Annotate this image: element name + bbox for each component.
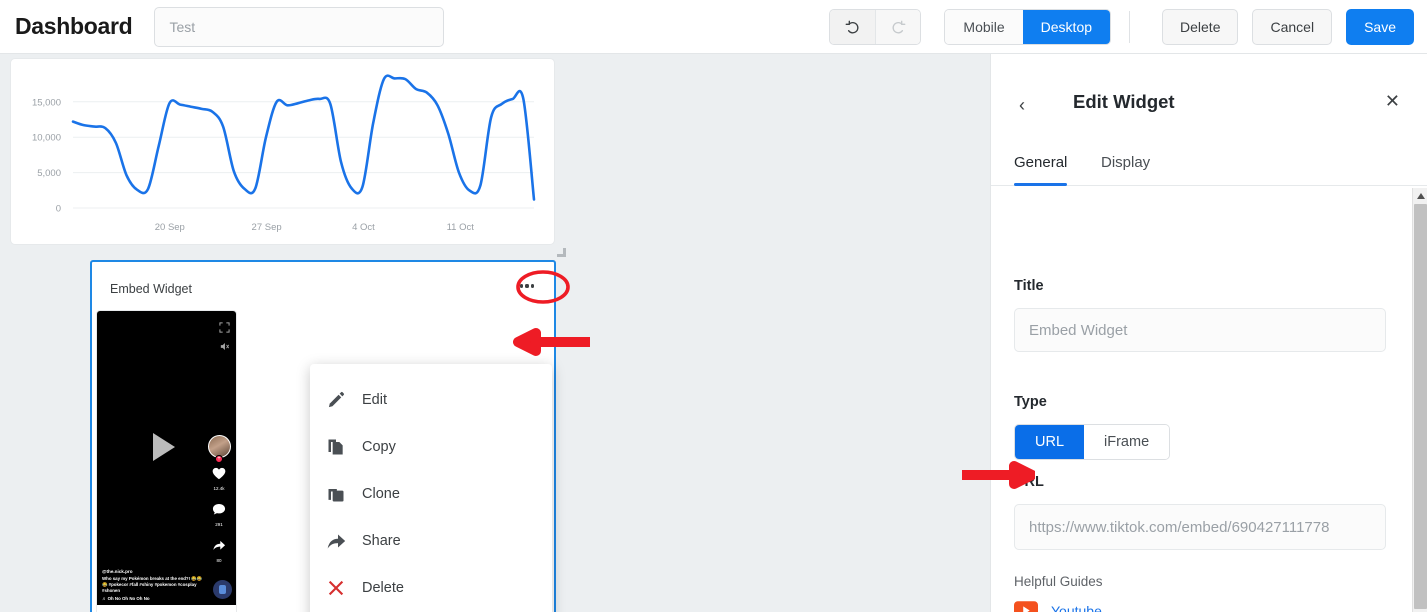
top-toolbar: Dashboard Mobile De bbox=[0, 0, 1427, 54]
tiktok-handle: @the.nick.pro bbox=[102, 568, 133, 574]
tiktok-music: ♬ Oh No Oh No Oh No bbox=[102, 596, 150, 602]
widget-context-menu: Edit Copy Clone Share Delete bbox=[310, 364, 552, 612]
panel-body: Title Type URL iFrame URL Helpful Guides… bbox=[991, 186, 1427, 612]
three-dots-icon bbox=[531, 284, 535, 288]
tab-display[interactable]: Display bbox=[1101, 154, 1150, 185]
panel-scrollbar[interactable] bbox=[1412, 188, 1427, 612]
chart-widget[interactable]: 0 5,000 10,000 15,000 20 Sep 27 Sep 4 Oct 11 Oc… bbox=[10, 58, 555, 245]
panel-tabs: General Display bbox=[991, 144, 1427, 186]
type-iframe-button[interactable]: iFrame bbox=[1084, 425, 1170, 459]
close-icon[interactable]: ✕ bbox=[1385, 92, 1400, 110]
page-title: Dashboard bbox=[15, 13, 133, 39]
svg-text:27 Sep: 27 Sep bbox=[252, 222, 282, 233]
comment-icon bbox=[212, 504, 226, 515]
toolbar-divider bbox=[1129, 11, 1131, 43]
redo-button[interactable] bbox=[875, 10, 921, 44]
share-button[interactable]: 80 bbox=[209, 539, 229, 563]
tiktok-caption: @the.nick.pro Who say my Pokémon breaks … bbox=[102, 569, 207, 602]
svg-text:0: 0 bbox=[56, 204, 61, 215]
widget-menu-button[interactable] bbox=[515, 278, 539, 294]
undo-icon bbox=[846, 20, 859, 33]
share-count: 80 bbox=[216, 558, 222, 563]
type-toggle-group: URL iFrame bbox=[1014, 424, 1171, 460]
svg-text:15,000: 15,000 bbox=[32, 97, 61, 108]
redo-icon bbox=[892, 20, 906, 33]
tiktok-embed-preview[interactable]: + 12.4k 291 80 @the.nick.pro Who say my … bbox=[96, 310, 237, 612]
scroll-up-icon[interactable] bbox=[1413, 188, 1427, 203]
toolbar-actions: Mobile Desktop Delete Cancel Save bbox=[829, 0, 1414, 54]
context-menu-item-edit[interactable]: Edit bbox=[310, 376, 552, 423]
context-menu-item-delete[interactable]: Delete bbox=[310, 564, 552, 611]
scrollbar-thumb[interactable] bbox=[1414, 204, 1427, 609]
save-button[interactable]: Save bbox=[1346, 9, 1414, 45]
history-button-group bbox=[829, 9, 922, 45]
svg-text:5,000: 5,000 bbox=[37, 168, 61, 179]
edit-widget-panel: ‹ Edit Widget ✕ General Display Title Ty… bbox=[990, 54, 1427, 612]
music-disc-icon bbox=[213, 580, 232, 599]
context-menu-label: Share bbox=[362, 532, 401, 549]
svg-text:11 Oct: 11 Oct bbox=[447, 222, 475, 233]
context-menu-item-share[interactable]: Share bbox=[310, 517, 552, 564]
url-input[interactable] bbox=[1014, 504, 1386, 550]
undo-button[interactable] bbox=[830, 10, 876, 44]
dashboard-name-input[interactable] bbox=[154, 6, 445, 47]
panel-title: Edit Widget bbox=[1073, 91, 1175, 112]
embed-widget-title: Embed Widget bbox=[110, 282, 192, 296]
svg-text:4 Oct: 4 Oct bbox=[352, 222, 375, 233]
fullscreen-icon[interactable] bbox=[219, 320, 230, 333]
three-dots-icon bbox=[525, 284, 529, 288]
mute-icon[interactable] bbox=[219, 339, 230, 350]
chevron-left-icon[interactable]: ‹ bbox=[1019, 96, 1025, 114]
chart-resize-handle[interactable] bbox=[557, 248, 566, 257]
context-menu-label: Copy bbox=[362, 438, 396, 455]
clone-icon bbox=[310, 484, 362, 504]
app-root: Dashboard Mobile De bbox=[0, 0, 1427, 612]
guide-link-youtube[interactable]: Youtube bbox=[1014, 601, 1102, 612]
helpful-guides-label: Helpful Guides bbox=[1014, 574, 1103, 589]
dashboard-canvas: 0 5,000 10,000 15,000 20 Sep 27 Sep 4 Oct 11 Oc… bbox=[0, 54, 990, 612]
tiktok-video-area[interactable]: + 12.4k 291 80 @the.nick.pro Who say my … bbox=[97, 311, 236, 607]
tiktok-footer: Watch more on TikTok bbox=[97, 605, 236, 612]
play-icon[interactable] bbox=[153, 433, 175, 461]
follow-plus-icon[interactable]: + bbox=[215, 455, 223, 463]
comment-count: 291 bbox=[215, 522, 223, 527]
url-field-label: URL bbox=[1014, 474, 1044, 490]
share-arrow-icon bbox=[310, 531, 362, 551]
viewport-desktop-button[interactable]: Desktop bbox=[1022, 10, 1111, 44]
tab-general[interactable]: General bbox=[1014, 154, 1068, 186]
tiktok-description: Who say my Pokémon breaks at the end?! 😂… bbox=[102, 576, 203, 594]
context-menu-label: Delete bbox=[362, 579, 404, 596]
cancel-button[interactable]: Cancel bbox=[1252, 9, 1333, 45]
pencil-icon bbox=[310, 390, 362, 410]
line-chart: 0 5,000 10,000 15,000 20 Sep 27 Sep 4 Oct 11 Oc… bbox=[32, 74, 536, 233]
svg-text:10,000: 10,000 bbox=[32, 133, 61, 144]
like-count: 12.4k bbox=[213, 486, 225, 491]
panel-header: ‹ Edit Widget ✕ bbox=[991, 54, 1427, 136]
guide-link-label: Youtube bbox=[1051, 602, 1102, 612]
svg-text:20 Sep: 20 Sep bbox=[155, 222, 185, 233]
three-dots-icon bbox=[519, 284, 523, 288]
share-icon bbox=[213, 540, 226, 550]
title-input[interactable] bbox=[1014, 308, 1386, 352]
viewport-toggle-group: Mobile Desktop bbox=[944, 9, 1112, 45]
context-menu-label: Edit bbox=[362, 391, 387, 408]
heart-icon bbox=[212, 467, 226, 480]
type-field-label: Type bbox=[1014, 394, 1047, 410]
viewport-mobile-button[interactable]: Mobile bbox=[945, 10, 1023, 44]
comment-button[interactable]: 291 bbox=[209, 503, 229, 527]
type-url-button[interactable]: URL bbox=[1015, 425, 1085, 459]
like-button[interactable]: 12.4k bbox=[209, 467, 229, 491]
copy-icon bbox=[310, 437, 362, 457]
x-icon bbox=[310, 579, 362, 597]
context-menu-item-copy[interactable]: Copy bbox=[310, 423, 552, 470]
context-menu-label: Clone bbox=[362, 485, 400, 502]
title-field-label: Title bbox=[1014, 278, 1044, 294]
delete-button[interactable]: Delete bbox=[1162, 9, 1239, 45]
context-menu-item-clone[interactable]: Clone bbox=[310, 470, 552, 517]
youtube-icon bbox=[1014, 601, 1038, 612]
